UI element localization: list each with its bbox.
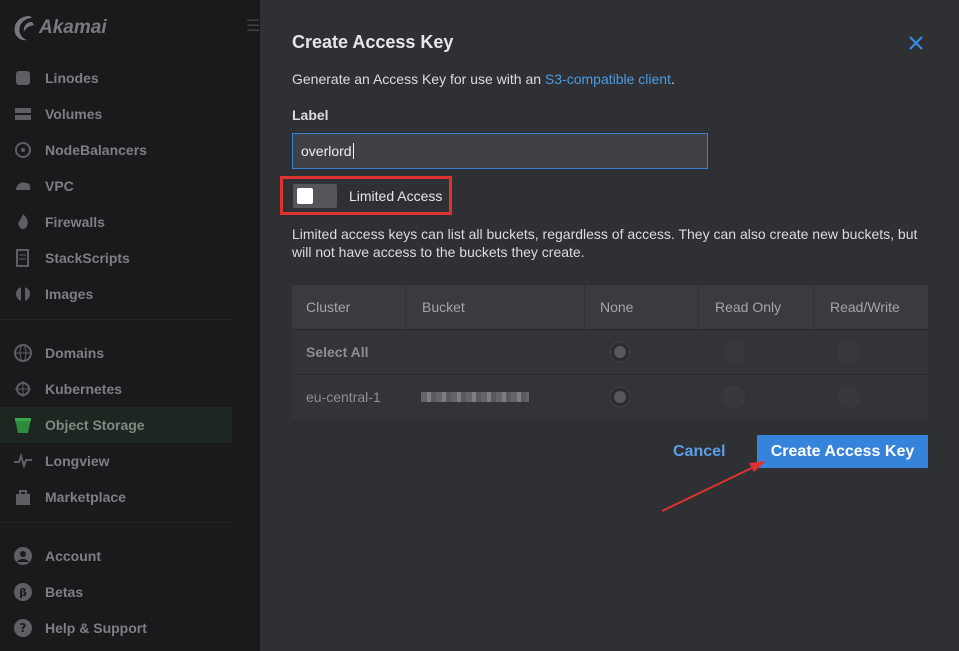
kubernetes-icon bbox=[12, 378, 34, 400]
select-all-none-radio[interactable] bbox=[609, 341, 631, 363]
text-caret bbox=[352, 143, 354, 159]
nodebalancer-icon bbox=[12, 139, 34, 161]
bucket-icon bbox=[12, 414, 34, 436]
sidebar-item-label: Longview bbox=[45, 453, 110, 469]
sidebar-item-label: Volumes bbox=[45, 106, 103, 122]
select-all-label: Select All bbox=[306, 344, 369, 360]
cluster-cell: eu-central-1 bbox=[306, 389, 381, 405]
bucket-none-radio[interactable] bbox=[609, 386, 631, 408]
none-cell bbox=[609, 375, 631, 419]
sidebar-item-nodebalancers[interactable]: NodeBalancers bbox=[0, 132, 232, 168]
firewall-icon bbox=[12, 211, 34, 233]
none-cell bbox=[609, 330, 631, 374]
akamai-wave-icon bbox=[14, 16, 34, 41]
sidebar-item-domains[interactable]: Domains bbox=[0, 335, 232, 371]
sidebar-item-label: StackScripts bbox=[45, 250, 130, 266]
read-only-cell bbox=[723, 375, 745, 419]
akamai-logo[interactable]: Akamai bbox=[12, 10, 107, 46]
sidebar-item-images[interactable]: Images bbox=[0, 276, 232, 312]
stackscript-icon bbox=[12, 247, 34, 269]
table-row: eu-central-1 bbox=[292, 374, 928, 419]
limited-access-toggle[interactable] bbox=[293, 184, 337, 208]
svg-text:β: β bbox=[19, 586, 27, 599]
sidebar-item-label: VPC bbox=[45, 178, 74, 194]
sidebar-item-longview[interactable]: Longview bbox=[0, 443, 232, 479]
s3-client-link[interactable]: S3-compatible client bbox=[545, 71, 671, 87]
dialog-description: Generate an Access Key for use with an S… bbox=[292, 71, 675, 87]
sidebar-item-label: Help & Support bbox=[45, 620, 147, 636]
linode-icon bbox=[12, 67, 34, 89]
sidebar-divider bbox=[0, 319, 232, 320]
redacted-bucket-name bbox=[421, 392, 529, 402]
create-access-key-dialog: Create Access Key Generate an Access Key… bbox=[260, 0, 959, 651]
select-all-read-write-radio[interactable] bbox=[838, 341, 860, 363]
select-all-read-only-radio[interactable] bbox=[723, 341, 745, 363]
sidebar-item-marketplace[interactable]: Marketplace bbox=[0, 479, 232, 515]
sidebar-item-label: NodeBalancers bbox=[45, 142, 147, 158]
table-row: Select All bbox=[292, 329, 928, 374]
sidebar-divider bbox=[0, 522, 232, 523]
limited-access-label: Limited Access bbox=[349, 188, 443, 204]
sidebar-item-stackscripts[interactable]: StackScripts bbox=[0, 240, 232, 276]
limited-access-note: Limited access keys can list all buckets… bbox=[292, 226, 918, 260]
close-icon[interactable] bbox=[906, 33, 926, 53]
column-header-cluster: Cluster bbox=[292, 285, 406, 329]
marketplace-icon bbox=[12, 486, 34, 508]
label-input[interactable]: overlord bbox=[292, 133, 708, 169]
svg-text:?: ? bbox=[20, 621, 27, 635]
bucket-permissions-table: Cluster Bucket None Read Only Read/Write… bbox=[292, 285, 928, 419]
vpc-icon bbox=[12, 175, 34, 197]
dialog-title: Create Access Key bbox=[292, 32, 454, 52]
beta-icon: β bbox=[12, 581, 34, 603]
sidebar-item-volumes[interactable]: Volumes bbox=[0, 96, 232, 132]
column-header-read-only: Read Only bbox=[699, 285, 814, 329]
sidebar-item-label: Betas bbox=[45, 584, 84, 600]
toggle-knob bbox=[297, 188, 313, 204]
longview-icon bbox=[12, 450, 34, 472]
sidebar-item-label: Object Storage bbox=[45, 417, 145, 433]
sidebar-item-label: Marketplace bbox=[45, 489, 126, 505]
label-input-value: overlord bbox=[301, 143, 352, 159]
sidebar-item-kubernetes[interactable]: Kubernetes bbox=[0, 371, 232, 407]
sidebar-item-label: Account bbox=[45, 548, 101, 564]
description-suffix: . bbox=[670, 71, 675, 87]
account-icon bbox=[12, 545, 34, 567]
bucket-read-only-radio[interactable] bbox=[723, 386, 745, 408]
sidebar-item-label: Images bbox=[45, 286, 94, 302]
sidebar-item-vpc[interactable]: VPC bbox=[0, 168, 232, 204]
column-header-read-write: Read/Write bbox=[830, 299, 900, 315]
help-icon: ? bbox=[12, 617, 34, 639]
sidebar-item-label: Firewalls bbox=[45, 214, 105, 230]
sidebar-item-label: Domains bbox=[45, 345, 105, 361]
sidebar-item-help[interactable]: ? Help & Support bbox=[0, 610, 232, 646]
read-write-cell bbox=[838, 330, 860, 374]
logo-text: Akamai bbox=[39, 17, 107, 38]
sidebar-item-betas[interactable]: β Betas bbox=[0, 574, 232, 610]
bucket-cell bbox=[421, 375, 529, 419]
globe-icon bbox=[12, 342, 34, 364]
sidebar-item-object-storage[interactable]: Object Storage bbox=[0, 407, 232, 443]
description-text: Generate an Access Key for use with an bbox=[292, 71, 545, 87]
volume-icon bbox=[12, 103, 34, 125]
sidebar-item-label: Kubernetes bbox=[45, 381, 123, 397]
sidebar-item-account[interactable]: Account bbox=[0, 538, 232, 574]
label-field-label: Label bbox=[292, 107, 329, 123]
column-header-bucket: Bucket bbox=[406, 285, 585, 329]
create-access-key-button[interactable]: Create Access Key bbox=[757, 435, 928, 468]
column-header-none: None bbox=[585, 285, 699, 329]
table-header-row: Cluster Bucket None Read Only Read/Write bbox=[292, 285, 928, 329]
image-icon bbox=[12, 283, 34, 305]
sidebar-item-firewalls[interactable]: Firewalls bbox=[0, 204, 232, 240]
sidebar: Akamai Linodes Volumes NodeBalancers VPC… bbox=[0, 0, 232, 651]
bucket-read-write-radio[interactable] bbox=[838, 386, 860, 408]
sidebar-item-linodes[interactable]: Linodes bbox=[0, 60, 232, 96]
read-write-cell bbox=[838, 375, 860, 419]
read-only-cell bbox=[723, 330, 745, 374]
sidebar-item-label: Linodes bbox=[45, 70, 99, 86]
cancel-button[interactable]: Cancel bbox=[673, 443, 725, 461]
